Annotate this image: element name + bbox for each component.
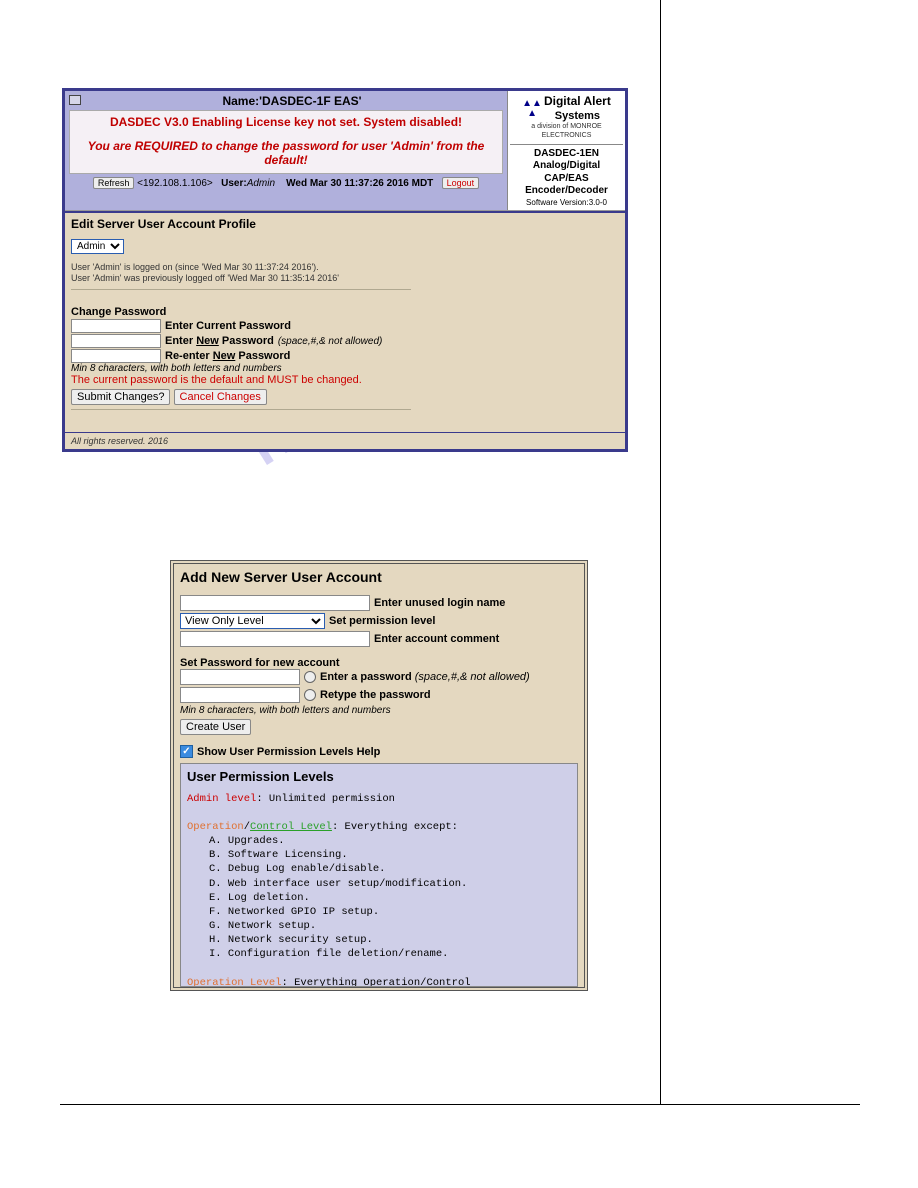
change-password-label: Change Password <box>71 306 619 318</box>
menu-icon[interactable] <box>69 95 81 105</box>
panel-body: Edit Server User Account Profile Admin U… <box>65 211 625 432</box>
opcontrol-level-line: Operation/Control Level: Everything exce… <box>187 820 571 834</box>
show-help-label: Show User Permission Levels Help <box>197 746 380 758</box>
new-account-password-input[interactable] <box>180 669 300 685</box>
line3: Encoder/Decoder <box>510 185 623 198</box>
help-title: User Permission Levels <box>187 768 571 786</box>
login-info-2: User 'Admin' was previously logged off '… <box>71 273 619 285</box>
alert-box: DASDEC V3.0 Enabling License key not set… <box>69 110 503 174</box>
submit-button[interactable]: Submit Changes? <box>71 389 170 405</box>
brand-panel: ▲▲▲ Digital Alert Systems a division of … <box>507 91 625 210</box>
add-user-panel: Add New Server User Account Enter unused… <box>170 560 588 991</box>
help-list-item: C. Debug Log enable/disable. <box>209 862 571 876</box>
permission-label: Set permission level <box>329 615 435 627</box>
new-password-input[interactable] <box>71 334 161 348</box>
password-radio-icon[interactable] <box>304 671 316 683</box>
brand-name: Digital Alert <box>544 94 611 108</box>
add-user-title: Add New Server User Account <box>180 569 578 585</box>
version: Software Version:3.0-0 <box>510 198 623 208</box>
product-info: DASDEC-1EN Analog/Digital CAP/EAS Encode… <box>510 144 623 208</box>
user-label: User: <box>221 178 247 189</box>
header-left: Name:'DASDEC-1F EAS' DASDEC V3.0 Enablin… <box>65 91 507 210</box>
name-row: Name:'DASDEC-1F EAS' <box>69 93 503 110</box>
user-select[interactable]: Admin <box>71 239 124 254</box>
reenter-password-label: Re-enter New Password <box>165 350 290 362</box>
enter-password-label: Enter a password <box>320 671 415 683</box>
login-name-input[interactable] <box>180 595 370 611</box>
password-warning: The current password is the default and … <box>71 374 619 386</box>
horizontal-divider <box>60 1104 860 1105</box>
logout-button[interactable]: Logout <box>442 177 480 189</box>
create-user-button[interactable]: Create User <box>180 719 251 735</box>
help-list-item: D. Web interface user setup/modification… <box>209 877 571 891</box>
help-list-item: F. Networked GPIO IP setup. <box>209 905 571 919</box>
show-help-checkbox[interactable]: ✓ <box>180 745 193 758</box>
cancel-button[interactable]: Cancel Changes <box>174 389 267 405</box>
opcontrol-list: A. Upgrades.B. Software Licensing.C. Deb… <box>187 834 571 962</box>
help-list-item: G. Network setup. <box>209 919 571 933</box>
help-list-item: B. Software Licensing. <box>209 848 571 862</box>
edit-user-panel: Name:'DASDEC-1F EAS' DASDEC V3.0 Enablin… <box>62 88 628 452</box>
brand-sub: Systems <box>555 110 600 122</box>
section-title: Edit Server User Account Profile <box>71 217 619 231</box>
comment-label: Enter account comment <box>374 633 499 645</box>
reenter-password-input[interactable] <box>71 349 161 363</box>
panel-header: Name:'DASDEC-1F EAS' DASDEC V3.0 Enablin… <box>65 91 625 211</box>
help-list-item: I. Configuration file deletion/rename. <box>209 947 571 961</box>
brand-logo: ▲▲▲ Digital Alert Systems <box>510 94 623 123</box>
refresh-button[interactable]: Refresh <box>93 177 135 189</box>
min-chars-hint-2: Min 8 characters, with both letters and … <box>180 705 578 716</box>
device-name: Name:'DASDEC-1F EAS' <box>222 94 361 108</box>
login-info-1: User 'Admin' is logged on (since 'Wed Ma… <box>71 262 619 274</box>
ip-address: <192.108.1.106> <box>137 178 213 189</box>
new-password-hint: (space,#,& not allowed) <box>278 336 383 347</box>
license-alert: DASDEC V3.0 Enabling License key not set… <box>74 115 498 129</box>
login-name-label: Enter unused login name <box>374 597 505 609</box>
retype-password-input[interactable] <box>180 687 300 703</box>
line1: Analog/Digital <box>510 160 623 173</box>
timestamp: Wed Mar 30 11:37:26 2016 MDT <box>286 178 433 189</box>
vertical-divider <box>660 0 661 1105</box>
line2: CAP/EAS <box>510 173 623 186</box>
new-password-label: Enter New Password <box>165 335 274 347</box>
enter-password-hint: (space,#,& not allowed) <box>415 671 530 683</box>
comment-input[interactable] <box>180 631 370 647</box>
help-list-item: A. Upgrades. <box>209 834 571 848</box>
divider-2 <box>71 409 411 410</box>
retype-password-label: Retype the password <box>320 689 431 701</box>
brand-sub2: a division of MONROE ELECTRONICS <box>510 123 623 141</box>
permission-help-box: User Permission Levels Admin level: Unli… <box>180 763 578 987</box>
footer-text: All rights reserved. 2016 <box>65 432 625 449</box>
user-value: Admin <box>247 178 275 189</box>
min-chars-hint: Min 8 characters, with both letters and … <box>71 363 619 374</box>
password-alert: You are REQUIRED to change the password … <box>74 139 498 167</box>
help-list-item: E. Log deletion. <box>209 891 571 905</box>
divider <box>71 289 411 290</box>
logo-icon: ▲▲▲ <box>522 99 542 119</box>
permission-select[interactable]: View Only Level <box>180 613 325 629</box>
operation-level-line: Operation Level: Everything Operation/Co… <box>187 976 571 987</box>
current-password-input[interactable] <box>71 319 161 333</box>
admin-level-line: Admin level: Unlimited permission <box>187 792 571 806</box>
retype-radio-icon[interactable] <box>304 689 316 701</box>
status-row: Refresh <192.108.1.106> User:Admin Wed M… <box>69 174 503 193</box>
model: DASDEC-1EN <box>510 148 623 161</box>
help-list-item: H. Network security setup. <box>209 933 571 947</box>
set-password-label: Set Password for new account <box>180 657 578 669</box>
current-password-label: Enter Current Password <box>165 320 291 332</box>
